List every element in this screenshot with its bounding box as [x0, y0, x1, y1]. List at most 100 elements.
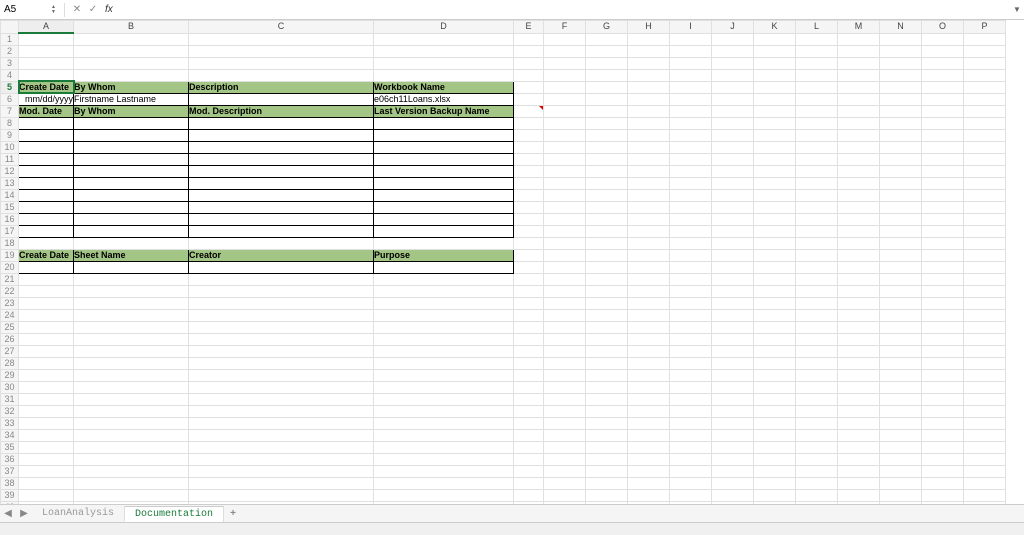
cell-J4[interactable]	[712, 69, 754, 81]
cell-K32[interactable]	[754, 405, 796, 417]
expand-formula-bar-icon[interactable]: ▼	[1010, 5, 1024, 14]
cell-O2[interactable]	[922, 45, 964, 57]
cell-O26[interactable]	[922, 333, 964, 345]
cell-A31[interactable]	[19, 393, 74, 405]
cell-H7[interactable]	[628, 105, 670, 117]
cell-P18[interactable]	[964, 237, 1006, 249]
cell-A39[interactable]	[19, 489, 74, 501]
cell-L28[interactable]	[796, 357, 838, 369]
row-header-13[interactable]: 13	[1, 177, 19, 189]
cell-C1[interactable]	[189, 33, 374, 45]
cell-N39[interactable]	[880, 489, 922, 501]
cell-D37[interactable]	[374, 465, 514, 477]
cell-A21[interactable]	[19, 273, 74, 285]
cell-J20[interactable]	[712, 261, 754, 273]
cell-J2[interactable]	[712, 45, 754, 57]
cell-H33[interactable]	[628, 417, 670, 429]
cell-I16[interactable]	[670, 213, 712, 225]
cell-K17[interactable]	[754, 225, 796, 237]
cell-G6[interactable]	[586, 93, 628, 105]
cell-A18[interactable]	[19, 237, 74, 249]
cell-M28[interactable]	[838, 357, 880, 369]
cell-D18[interactable]	[374, 237, 514, 249]
cell-O23[interactable]	[922, 297, 964, 309]
cell-D6[interactable]: e06ch11Loans.xlsx	[374, 93, 514, 105]
cell-O22[interactable]	[922, 285, 964, 297]
cell-M20[interactable]	[838, 261, 880, 273]
cell-E8[interactable]	[514, 117, 544, 129]
cell-N15[interactable]	[880, 201, 922, 213]
cell-E33[interactable]	[514, 417, 544, 429]
cell-J39[interactable]	[712, 489, 754, 501]
cell-G8[interactable]	[586, 117, 628, 129]
cell-L19[interactable]	[796, 249, 838, 261]
cell-G22[interactable]	[586, 285, 628, 297]
cell-E17[interactable]	[514, 225, 544, 237]
cell-reference-box[interactable]: A5 ▲▼	[0, 1, 60, 19]
cell-N38[interactable]	[880, 477, 922, 489]
cell-K3[interactable]	[754, 57, 796, 69]
cell-B14[interactable]	[74, 189, 189, 201]
cell-E37[interactable]	[514, 465, 544, 477]
cell-C35[interactable]	[189, 441, 374, 453]
cell-K30[interactable]	[754, 381, 796, 393]
cell-E25[interactable]	[514, 321, 544, 333]
cell-H5[interactable]	[628, 81, 670, 93]
cell-O36[interactable]	[922, 453, 964, 465]
cell-F10[interactable]	[544, 141, 586, 153]
cell-H10[interactable]	[628, 141, 670, 153]
cell-C4[interactable]	[189, 69, 374, 81]
cell-L14[interactable]	[796, 189, 838, 201]
cell-M35[interactable]	[838, 441, 880, 453]
cell-B34[interactable]	[74, 429, 189, 441]
row-header-14[interactable]: 14	[1, 189, 19, 201]
cell-E35[interactable]	[514, 441, 544, 453]
column-header-A[interactable]: A	[19, 21, 74, 34]
cell-I4[interactable]	[670, 69, 712, 81]
cell-N23[interactable]	[880, 297, 922, 309]
cell-B16[interactable]	[74, 213, 189, 225]
cell-N21[interactable]	[880, 273, 922, 285]
cell-K27[interactable]	[754, 345, 796, 357]
cell-B18[interactable]	[74, 237, 189, 249]
cell-J6[interactable]	[712, 93, 754, 105]
cell-F24[interactable]	[544, 309, 586, 321]
cell-O33[interactable]	[922, 417, 964, 429]
cell-H26[interactable]	[628, 333, 670, 345]
cell-L4[interactable]	[796, 69, 838, 81]
cell-C22[interactable]	[189, 285, 374, 297]
cell-A1[interactable]	[19, 33, 74, 45]
cell-C34[interactable]	[189, 429, 374, 441]
cell-A33[interactable]	[19, 417, 74, 429]
cell-E36[interactable]	[514, 453, 544, 465]
cell-M4[interactable]	[838, 69, 880, 81]
cell-J27[interactable]	[712, 345, 754, 357]
cell-C3[interactable]	[189, 57, 374, 69]
cell-D13[interactable]	[374, 177, 514, 189]
column-header-O[interactable]: O	[922, 21, 964, 34]
cell-P29[interactable]	[964, 369, 1006, 381]
cell-E4[interactable]	[514, 69, 544, 81]
cell-F36[interactable]	[544, 453, 586, 465]
cell-K21[interactable]	[754, 273, 796, 285]
cell-A16[interactable]	[19, 213, 74, 225]
cell-F25[interactable]	[544, 321, 586, 333]
cell-G38[interactable]	[586, 477, 628, 489]
cell-I15[interactable]	[670, 201, 712, 213]
cell-L38[interactable]	[796, 477, 838, 489]
cell-M39[interactable]	[838, 489, 880, 501]
cell-I21[interactable]	[670, 273, 712, 285]
row-header-36[interactable]: 36	[1, 453, 19, 465]
cell-D16[interactable]	[374, 213, 514, 225]
cell-I3[interactable]	[670, 57, 712, 69]
cell-N32[interactable]	[880, 405, 922, 417]
cell-N27[interactable]	[880, 345, 922, 357]
cell-L29[interactable]	[796, 369, 838, 381]
cell-O29[interactable]	[922, 369, 964, 381]
column-header-I[interactable]: I	[670, 21, 712, 34]
cell-P15[interactable]	[964, 201, 1006, 213]
column-header-G[interactable]: G	[586, 21, 628, 34]
cell-N22[interactable]	[880, 285, 922, 297]
cell-D32[interactable]	[374, 405, 514, 417]
cell-A10[interactable]	[19, 141, 74, 153]
